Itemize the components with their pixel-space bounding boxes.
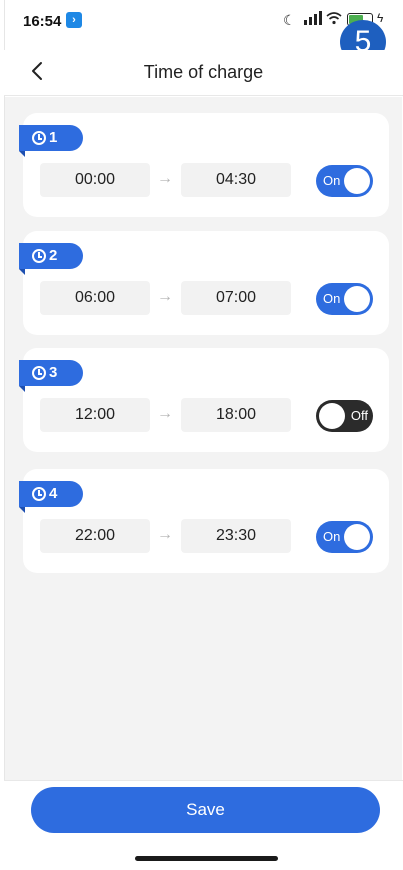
- slot-toggle[interactable]: On: [316, 283, 373, 315]
- schedule-card: 2 06:00 → 07:00 On: [19, 231, 389, 335]
- schedule-card: 1 00:00 → 04:30 On: [19, 113, 389, 217]
- arrow-right-icon: →: [157, 405, 173, 422]
- arrow-right-icon: →: [157, 526, 173, 543]
- clock-icon: [32, 487, 46, 501]
- save-button[interactable]: Save: [31, 787, 380, 833]
- toggle-label: On: [323, 291, 341, 306]
- toggle-knob: [319, 403, 345, 429]
- toggle-knob: [344, 286, 370, 312]
- slot-toggle[interactable]: Off: [316, 400, 373, 432]
- do-not-disturb-icon: ☾: [283, 12, 296, 28]
- home-indicator[interactable]: [135, 856, 278, 861]
- start-time-field[interactable]: 06:00: [40, 281, 150, 315]
- slot-tag: 4: [19, 481, 83, 513]
- end-time-field[interactable]: 18:00: [181, 398, 291, 432]
- app-notification-icon: ›: [66, 12, 82, 28]
- end-time-field[interactable]: 23:30: [181, 519, 291, 553]
- toggle-knob: [344, 524, 370, 550]
- page-title: Time of charge: [143, 62, 264, 82]
- end-time-field[interactable]: 07:00: [181, 281, 291, 315]
- cellular-signal-icon: [304, 11, 322, 25]
- slot-tag: 3: [19, 360, 83, 392]
- arrow-right-icon: →: [157, 170, 173, 187]
- clock-icon: [32, 366, 46, 380]
- slot-toggle[interactable]: On: [316, 521, 373, 553]
- slot-number: 3: [49, 364, 58, 381]
- schedule-card: 3 12:00 → 18:00 Off: [19, 348, 389, 452]
- clock-icon: [32, 249, 46, 263]
- end-time-field[interactable]: 04:30: [181, 163, 291, 197]
- arrow-right-icon: →: [157, 288, 173, 305]
- charging-icon: ϟ: [377, 11, 384, 25]
- status-time: 16:54: [23, 13, 62, 30]
- start-time-field[interactable]: 12:00: [40, 398, 150, 432]
- clock-icon: [32, 131, 46, 145]
- footer-bar: Save: [4, 780, 403, 870]
- toggle-label: On: [323, 529, 341, 544]
- slot-number: 2: [49, 247, 58, 264]
- toggle-label: Off: [350, 408, 368, 423]
- slot-toggle[interactable]: On: [316, 165, 373, 197]
- slot-tag: 1: [19, 125, 83, 157]
- app-header: Time of charge: [4, 50, 403, 96]
- toggle-knob: [344, 168, 370, 194]
- schedule-card: 4 22:00 → 23:30 On: [19, 469, 389, 573]
- start-time-field[interactable]: 00:00: [40, 163, 150, 197]
- start-time-field[interactable]: 22:00: [40, 519, 150, 553]
- status-bar: 16:54 › ☾ ϟ 5: [0, 0, 403, 64]
- slot-tag: 2: [19, 243, 83, 275]
- wifi-icon: [326, 12, 342, 25]
- slot-number: 1: [49, 129, 58, 146]
- schedule-list: 1 00:00 → 04:30 On 2 06:00 → 07:00 On 3: [5, 97, 402, 780]
- slot-number: 4: [49, 485, 58, 502]
- toggle-label: On: [323, 173, 341, 188]
